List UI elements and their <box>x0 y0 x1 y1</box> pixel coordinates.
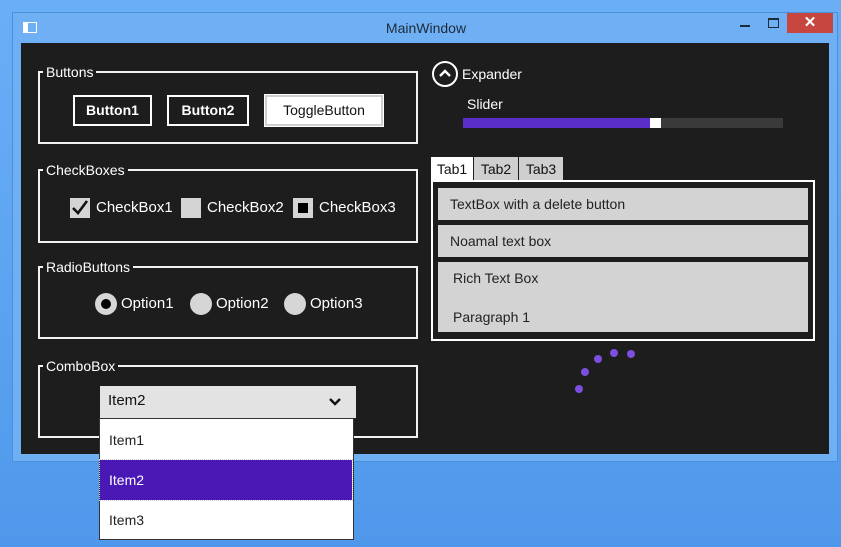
tab-tab1[interactable]: Tab1 <box>431 157 473 181</box>
checkboxes-group: CheckBoxes CheckBox1 CheckBox2 CheckBox3 <box>38 161 418 243</box>
chevron-down-icon <box>329 398 341 406</box>
expander-header[interactable]: Expander <box>462 66 522 82</box>
radio-option2-circle[interactable] <box>190 293 212 315</box>
button2[interactable]: Button2 <box>167 95 249 126</box>
radio-option3[interactable]: Option3 <box>284 293 370 317</box>
checkboxes-group-label: CheckBoxes <box>43 161 128 179</box>
checkbox3[interactable]: CheckBox3 <box>293 198 397 220</box>
tab-tab2[interactable]: Tab2 <box>474 157 518 181</box>
checkbox3-box[interactable] <box>293 198 313 218</box>
client-area: Buttons Button1 Button2 ToggleButton Che… <box>21 43 829 454</box>
window-title: MainWindow <box>385 20 467 36</box>
title-bar[interactable]: MainWindow ✕ <box>13 13 839 43</box>
delete-textbox[interactable]: TextBox with a delete button <box>438 188 808 220</box>
slider-track[interactable] <box>463 118 783 128</box>
combobox-option-item3[interactable]: Item3 <box>100 500 352 540</box>
combobox[interactable]: Item2 <box>100 386 356 418</box>
combobox-dropdown: Item1 Item2 Item3 <box>99 418 354 540</box>
progress-dot <box>627 350 635 358</box>
button1[interactable]: Button1 <box>73 95 152 126</box>
combobox-group-label: ComboBox <box>43 357 119 375</box>
rich-text-line1: Rich Text Box <box>453 270 539 286</box>
progress-ring-icon <box>571 345 651 405</box>
radio-option1[interactable]: Option1 <box>95 293 181 317</box>
checkbox2-label: CheckBox2 <box>207 199 284 216</box>
buttons-group: Buttons Button1 Button2 ToggleButton <box>38 63 418 144</box>
progress-dot <box>610 349 618 357</box>
checkbox2-box[interactable] <box>181 198 201 218</box>
checkbox1-box[interactable] <box>70 198 90 218</box>
radiobuttons-group-label: RadioButtons <box>43 258 134 276</box>
progress-dot <box>581 368 589 376</box>
tab-content-panel: TextBox with a delete button Noamal text… <box>431 180 815 341</box>
rich-textbox[interactable]: Rich Text Box Paragraph 1 <box>438 262 808 332</box>
checkbox3-label: CheckBox3 <box>319 199 396 216</box>
chevron-up-circle-icon[interactable] <box>432 61 458 87</box>
radio-option1-label: Option1 <box>121 295 174 312</box>
buttons-group-label: Buttons <box>43 63 97 81</box>
delete-textbox-text: TextBox with a delete button <box>450 196 626 212</box>
radio-option3-circle[interactable] <box>284 293 306 315</box>
indeterminate-icon <box>298 203 308 213</box>
checkbox2[interactable]: CheckBox2 <box>181 198 285 220</box>
radio-option2[interactable]: Option2 <box>190 293 276 317</box>
radio-selected-dot <box>101 299 111 309</box>
main-window: MainWindow ✕ Buttons Button1 Button2 Tog… <box>12 12 838 462</box>
maximize-icon <box>768 18 779 28</box>
maximize-button[interactable] <box>759 13 787 33</box>
minimize-icon <box>740 25 750 27</box>
combobox-selected-value: Item2 <box>108 392 146 409</box>
radio-option2-label: Option2 <box>216 295 269 312</box>
tab-tab3[interactable]: Tab3 <box>519 157 563 181</box>
toggle-button[interactable]: ToggleButton <box>264 94 384 127</box>
progress-dot <box>575 385 583 393</box>
rich-text-line2: Paragraph 1 <box>453 309 531 325</box>
normal-textbox-text: Noamal text box <box>450 233 552 249</box>
progress-dot <box>594 355 602 363</box>
slider-label: Slider <box>467 96 503 112</box>
radiobuttons-group: RadioButtons Option1 Option2 Option3 <box>38 258 418 339</box>
checkbox1-label: CheckBox1 <box>96 199 173 216</box>
combobox-option-item1[interactable]: Item1 <box>100 420 352 460</box>
normal-textbox[interactable]: Noamal text box <box>438 225 808 257</box>
radio-option1-circle[interactable] <box>95 293 117 315</box>
close-button[interactable]: ✕ <box>787 13 833 33</box>
slider-fill <box>463 118 656 128</box>
checkmark-icon <box>72 200 89 215</box>
checkbox1[interactable]: CheckBox1 <box>70 198 173 220</box>
minimize-button[interactable] <box>731 13 759 33</box>
radio-option3-label: Option3 <box>310 295 363 312</box>
combobox-option-item2[interactable]: Item2 <box>99 459 353 501</box>
slider-thumb[interactable] <box>650 118 661 128</box>
